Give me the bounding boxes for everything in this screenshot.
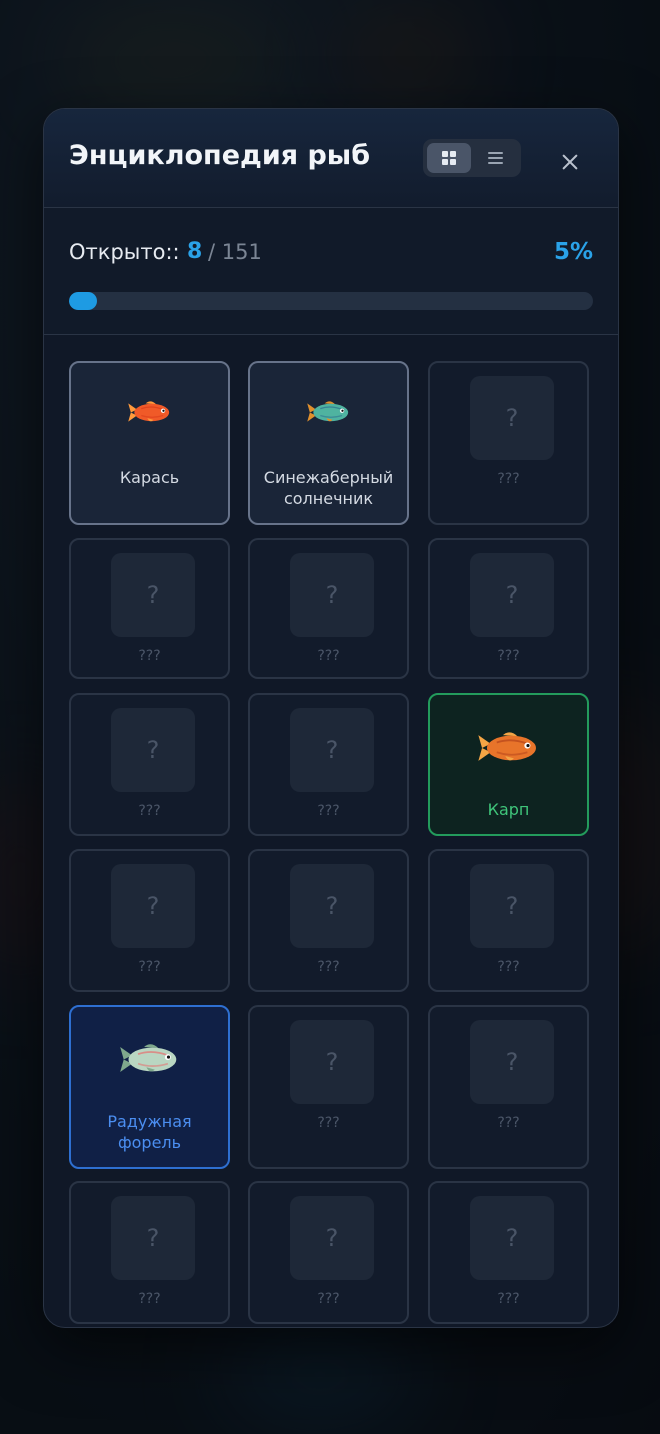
locked-fish-card[interactable]: ???? (248, 1005, 409, 1169)
locked-fish-card[interactable]: ???? (428, 1181, 589, 1324)
locked-fish-card[interactable]: ???? (69, 538, 230, 679)
locked-thumbnail: ? (470, 376, 554, 460)
modal-header: Энциклопедия рыб (44, 109, 618, 208)
unknown-fish-label: ??? (138, 1291, 161, 1307)
locked-thumbnail: ? (290, 1020, 374, 1104)
question-mark-icon: ? (146, 1224, 160, 1252)
unknown-fish-label: ??? (317, 1115, 340, 1131)
question-mark-icon: ? (505, 581, 519, 609)
fish-card[interactable]: Карп (428, 693, 589, 836)
fish-name: Карп (487, 800, 530, 819)
list-icon (488, 152, 503, 164)
question-mark-icon: ? (146, 736, 160, 764)
progress-bar (69, 292, 593, 310)
locked-thumbnail: ? (111, 1196, 195, 1280)
fish-grid: Карась Синежаберный солнечник????????????… (44, 335, 618, 1327)
locked-fish-card[interactable]: ???? (428, 1005, 589, 1169)
locked-thumbnail: ? (111, 864, 195, 948)
close-button[interactable] (552, 147, 588, 177)
view-toggle (423, 139, 521, 177)
list-view-button[interactable] (473, 143, 517, 173)
total-count: / 151 (208, 240, 262, 264)
unknown-fish-label: ??? (317, 648, 340, 664)
locked-fish-card[interactable]: ???? (248, 849, 409, 992)
question-mark-icon: ? (505, 892, 519, 920)
locked-thumbnail: ? (111, 708, 195, 792)
locked-thumbnail: ? (470, 1196, 554, 1280)
locked-thumbnail: ? (290, 864, 374, 948)
locked-fish-card[interactable]: ???? (428, 538, 589, 679)
locked-thumbnail: ? (290, 708, 374, 792)
unknown-fish-label: ??? (497, 1291, 520, 1307)
locked-fish-card[interactable]: ???? (69, 849, 230, 992)
question-mark-icon: ? (325, 736, 339, 764)
question-mark-icon: ? (325, 1048, 339, 1076)
modal-title: Энциклопедия рыб (69, 140, 371, 171)
locked-thumbnail: ? (111, 553, 195, 637)
locked-thumbnail: ? (290, 553, 374, 637)
question-mark-icon: ? (505, 1048, 519, 1076)
bluegill-icon (306, 399, 351, 430)
unknown-fish-label: ??? (497, 959, 520, 975)
unknown-fish-label: ??? (138, 648, 161, 664)
locked-fish-card[interactable]: ???? (248, 538, 409, 679)
unknown-fish-label: ??? (497, 1115, 520, 1131)
locked-thumbnail: ? (470, 1020, 554, 1104)
unknown-fish-label: ??? (497, 648, 520, 664)
rainbow-trout-icon (119, 1041, 180, 1082)
question-mark-icon: ? (505, 404, 519, 432)
unknown-fish-label: ??? (317, 959, 340, 975)
fish-name: Карась (119, 468, 180, 487)
locked-fish-card[interactable]: ???? (248, 1181, 409, 1324)
unknown-fish-label: ??? (317, 803, 340, 819)
fish-name: Радужная форель (107, 1112, 192, 1152)
progress-percent: 5% (553, 239, 593, 265)
question-mark-icon: ? (325, 1224, 339, 1252)
question-mark-icon: ? (146, 892, 160, 920)
unknown-fish-label: ??? (497, 471, 520, 487)
carp-icon (477, 729, 540, 771)
question-mark-icon: ? (325, 581, 339, 609)
unknown-fish-label: ??? (317, 1291, 340, 1307)
locked-thumbnail: ? (470, 553, 554, 637)
locked-fish-card[interactable]: ???? (428, 361, 589, 525)
locked-fish-card[interactable]: ???? (428, 849, 589, 992)
locked-fish-card[interactable]: ???? (69, 693, 230, 836)
grid-icon (442, 151, 456, 165)
unknown-fish-label: ??? (138, 803, 161, 819)
fish-name: Синежаберный солнечник (263, 468, 394, 508)
fish-card[interactable]: Радужная форель (69, 1005, 230, 1169)
locked-fish-card[interactable]: ???? (69, 1181, 230, 1324)
progress-label: Открыто:: (69, 240, 180, 264)
progress-bar-fill (69, 292, 97, 310)
question-mark-icon: ? (505, 1224, 519, 1252)
grid-view-button[interactable] (427, 143, 471, 173)
locked-thumbnail: ? (470, 864, 554, 948)
question-mark-icon: ? (325, 892, 339, 920)
question-mark-icon: ? (146, 581, 160, 609)
locked-thumbnail: ? (290, 1196, 374, 1280)
discovered-count: 8 (187, 239, 203, 264)
fish-encyclopedia-modal: Энциклопедия рыб Открыто:: 8 / 151 5% Ка… (43, 108, 619, 1328)
locked-fish-card[interactable]: ???? (248, 693, 409, 836)
progress-section: Открыто:: 8 / 151 5% (44, 208, 618, 335)
crucian-carp-icon (127, 399, 172, 430)
fish-card[interactable]: Синежаберный солнечник (248, 361, 409, 525)
unknown-fish-label: ??? (138, 959, 161, 975)
fish-card[interactable]: Карась (69, 361, 230, 525)
